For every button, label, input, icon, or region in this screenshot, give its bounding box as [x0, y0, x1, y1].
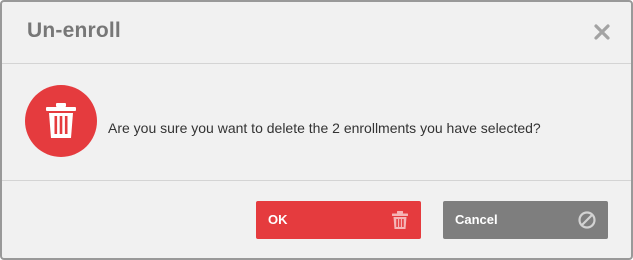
dialog-footer: OK Cancel	[2, 181, 631, 258]
dialog-title: Un-enroll	[27, 19, 121, 42]
close-button[interactable]	[593, 23, 611, 41]
dialog-header: Un-enroll	[2, 2, 631, 64]
cancel-button[interactable]: Cancel	[443, 201, 608, 239]
confirmation-message: Are you sure you want to delete the 2 en…	[108, 120, 541, 136]
ok-button[interactable]: OK	[256, 201, 421, 239]
dialog-body: Are you sure you want to delete the 2 en…	[2, 64, 631, 181]
trash-icon	[392, 211, 408, 229]
close-icon	[594, 24, 610, 40]
ok-button-label: OK	[268, 212, 288, 227]
delete-warning-badge	[25, 85, 97, 157]
cancel-button-label: Cancel	[455, 212, 498, 227]
trash-icon	[46, 103, 76, 138]
unenroll-dialog: Un-enroll Are you sure you want to delet…	[0, 0, 633, 260]
cancel-icon	[578, 211, 596, 229]
